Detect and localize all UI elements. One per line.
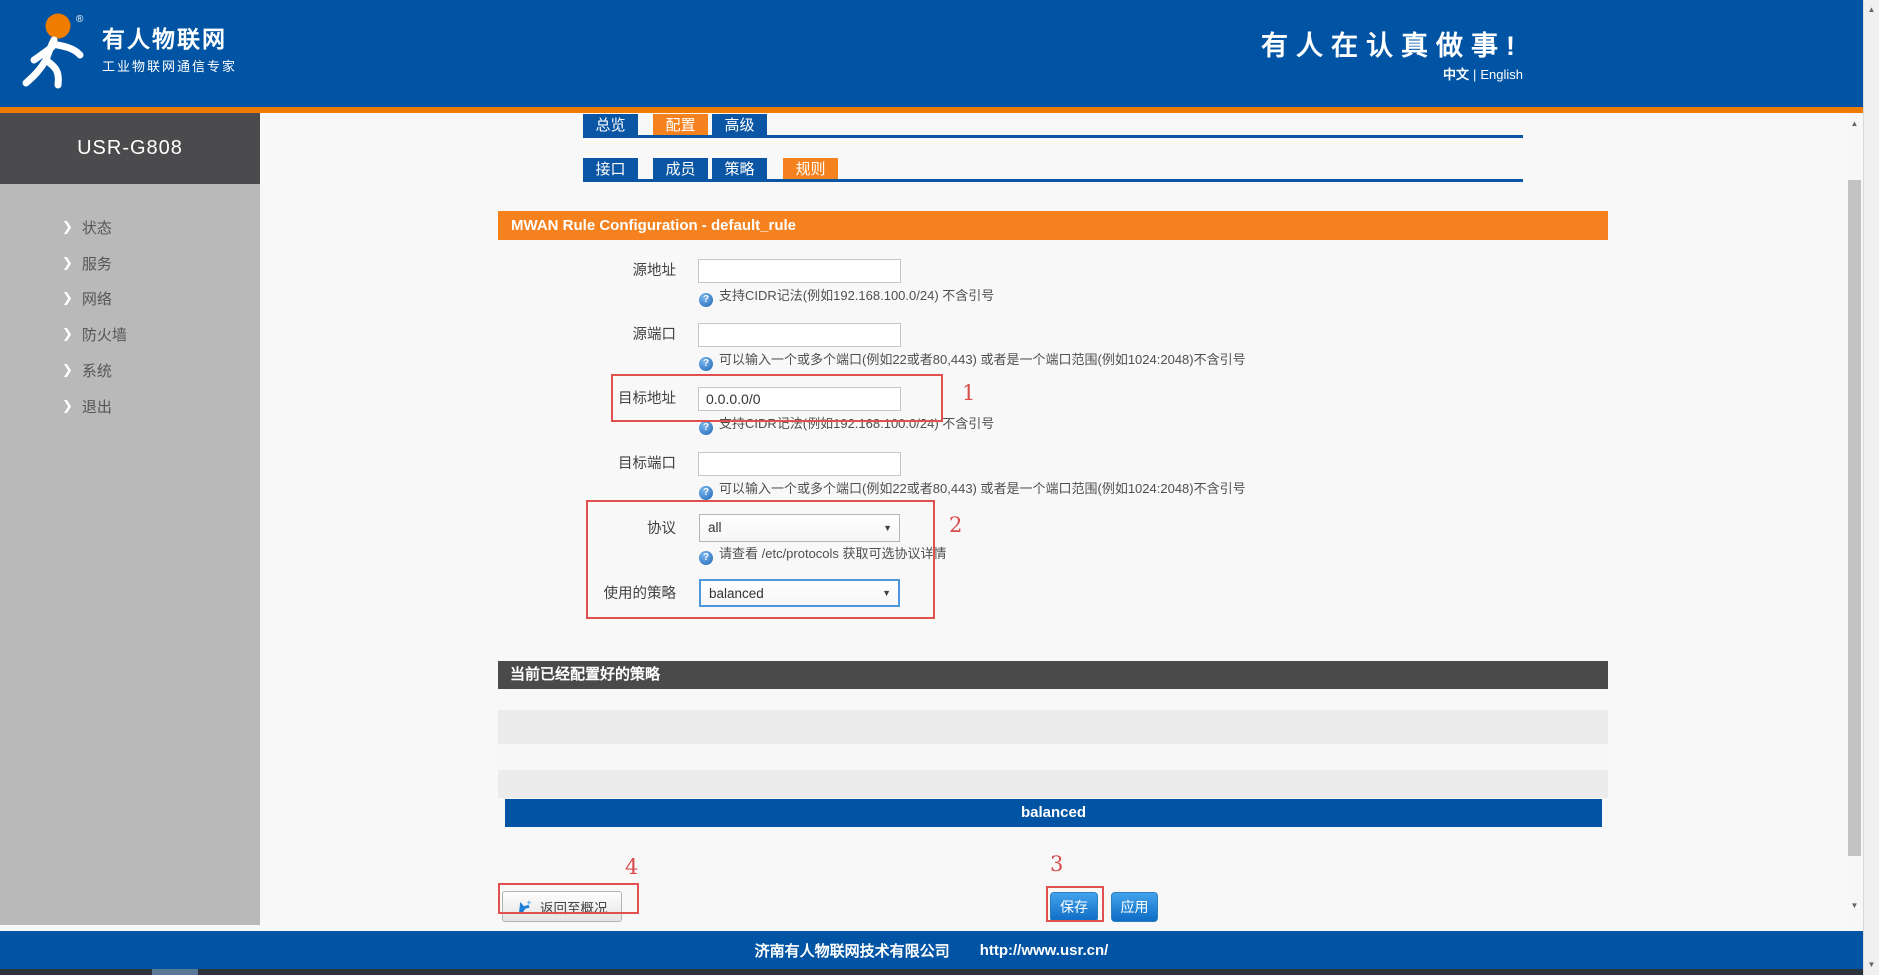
help-icon: ? <box>699 357 713 371</box>
policy-table-row <box>498 770 1608 798</box>
source-port-label: 源端口 <box>430 325 676 345</box>
protocol-help: ? 请查看 /etc/protocols 获取可选协议详情 <box>699 546 947 562</box>
apply-button[interactable]: 应用 <box>1111 892 1158 922</box>
sidebar-item-network[interactable]: ❯ 网络 <box>0 287 260 309</box>
policy-table-row <box>498 745 1608 769</box>
use-policy-selected-value: balanced <box>709 581 764 606</box>
help-icon: ? <box>699 293 713 307</box>
scroll-up-icon[interactable]: ▲ <box>1846 119 1863 128</box>
header-slogan: 有人在认真做事! <box>1261 24 1523 63</box>
dest-port-help: ? 可以输入一个或多个端口(例如22或者80,443) 或者是一个端口范围(例如1… <box>699 481 1246 497</box>
chevron-right-icon: ❯ <box>62 362 73 378</box>
help-text: 请查看 /etc/protocols 获取可选协议详情 <box>719 546 947 561</box>
source-address-help: ? 支持CIDR记法(例如192.168.100.0/24) 不含引号 <box>699 288 994 304</box>
sidebar-item-firewall[interactable]: ❯ 防火墙 <box>0 323 260 345</box>
horizontal-scrollbar-thumb[interactable] <box>152 969 198 975</box>
annotation-number-4: 4 <box>625 855 638 879</box>
mwan-section-title: MWAN Rule Configuration - default_rule <box>498 211 1608 240</box>
chevron-right-icon: ❯ <box>62 290 73 306</box>
sidebar-item-label: 网络 <box>82 288 112 309</box>
page: ® 有人物联网 工业物联网通信专家 有人在认真做事! 中文 | English US… <box>0 0 1879 975</box>
annotation-number-3: 3 <box>1050 852 1063 876</box>
window-scrollbar[interactable]: ▲ ▼ <box>1863 0 1879 975</box>
lang-zh-link[interactable]: 中文 <box>1443 67 1469 82</box>
secondary-tabs-underline <box>583 179 1523 182</box>
policy-section-title: 当前已经配置好的策略 <box>498 661 1608 689</box>
sidebar-item-label: 防火墙 <box>82 324 127 345</box>
dest-port-label: 目标端口 <box>430 454 676 474</box>
language-switcher: 中文 | English <box>1439 64 1523 83</box>
top-header: ® 有人物联网 工业物联网通信专家 有人在认真做事! 中文 | English <box>0 0 1863 107</box>
horizontal-scrollbar[interactable] <box>0 969 1863 975</box>
chevron-right-icon: ❯ <box>62 255 73 271</box>
sidebar-item-label: 状态 <box>82 217 112 238</box>
brand-name: 有人物联网 <box>102 20 227 54</box>
policy-name-bar: balanced <box>505 799 1602 827</box>
help-text: 支持CIDR记法(例如192.168.100.0/24) 不含引号 <box>719 288 994 303</box>
protocol-label: 协议 <box>430 519 676 539</box>
back-to-overview-button[interactable]: 返回至概况 <box>502 891 622 922</box>
footer-company: 济南有人物联网技术有限公司 <box>755 940 950 961</box>
back-button-label: 返回至概况 <box>540 897 608 917</box>
chevron-down-icon: ▼ <box>883 523 892 533</box>
content-scrollbar-thumb[interactable] <box>1848 180 1861 856</box>
chevron-right-icon: ❯ <box>62 326 73 342</box>
scroll-up-icon[interactable]: ▲ <box>1864 5 1879 14</box>
scroll-down-icon[interactable]: ▼ <box>1846 901 1863 910</box>
sidebar-item-label: 系统 <box>82 360 112 381</box>
sidebar-item-status[interactable]: ❯ 状态 <box>0 216 260 238</box>
help-text: 支持CIDR记法(例如192.168.100.0/24) 不含引号 <box>719 416 994 431</box>
sidebar-item-label: 服务 <box>82 253 112 274</box>
help-text: 可以输入一个或多个端口(例如22或者80,443) 或者是一个端口范围(例如10… <box>719 352 1246 367</box>
primary-tabs-underline <box>583 135 1523 138</box>
use-policy-select[interactable]: balanced ▼ <box>699 579 900 607</box>
sidebar: USR-G808 ❯ 状态 ❯ 服务 ❯ 网络 ❯ 防火墙 ❯ 系统 ❯ 退出 <box>0 113 260 925</box>
help-text: 可以输入一个或多个端口(例如22或者80,443) 或者是一个端口范围(例如10… <box>719 481 1246 496</box>
chevron-down-icon: ▼ <box>882 588 891 598</box>
dest-address-input[interactable] <box>698 387 901 411</box>
chevron-right-icon: ❯ <box>62 219 73 235</box>
footer-url-link[interactable]: http://www.usr.cn/ <box>980 942 1109 959</box>
policy-table-row <box>498 710 1608 744</box>
scroll-down-icon[interactable]: ▼ <box>1864 960 1879 969</box>
source-address-input[interactable] <box>698 259 901 283</box>
help-icon: ? <box>699 486 713 500</box>
source-port-input[interactable] <box>698 323 901 347</box>
use-policy-label: 使用的策略 <box>430 584 676 604</box>
registered-mark: ® <box>76 14 83 25</box>
sidebar-item-label: 退出 <box>82 396 112 417</box>
source-address-label: 源地址 <box>430 261 676 281</box>
accent-strip <box>0 107 1863 113</box>
device-model: USR-G808 <box>0 113 260 184</box>
dest-address-help: ? 支持CIDR记法(例如192.168.100.0/24) 不含引号 <box>699 416 994 432</box>
brand-tagline: 工业物联网通信专家 <box>102 56 237 75</box>
protocol-select[interactable]: all ▼ <box>699 514 900 542</box>
content-scrollbar[interactable]: ▲ ▼ <box>1846 113 1863 925</box>
source-port-help: ? 可以输入一个或多个端口(例如22或者80,443) 或者是一个端口范围(例如1… <box>699 352 1246 368</box>
lang-en-link[interactable]: English <box>1480 67 1523 82</box>
chevron-right-icon: ❯ <box>62 398 73 414</box>
dest-address-label: 目标地址 <box>430 389 676 409</box>
footer: 济南有人物联网技术有限公司 http://www.usr.cn/ <box>0 931 1863 969</box>
save-button[interactable]: 保存 <box>1050 892 1098 922</box>
sidebar-item-system[interactable]: ❯ 系统 <box>0 359 260 381</box>
protocol-selected-value: all <box>708 515 722 540</box>
back-icon <box>516 898 533 915</box>
help-icon: ? <box>699 421 713 435</box>
sidebar-item-services[interactable]: ❯ 服务 <box>0 252 260 274</box>
sidebar-item-logout[interactable]: ❯ 退出 <box>0 395 260 417</box>
annotation-number-1: 1 <box>962 381 975 405</box>
annotation-number-2: 2 <box>949 513 962 537</box>
dest-port-input[interactable] <box>698 452 901 476</box>
lang-divider: | <box>1473 67 1476 82</box>
help-icon: ? <box>699 551 713 565</box>
